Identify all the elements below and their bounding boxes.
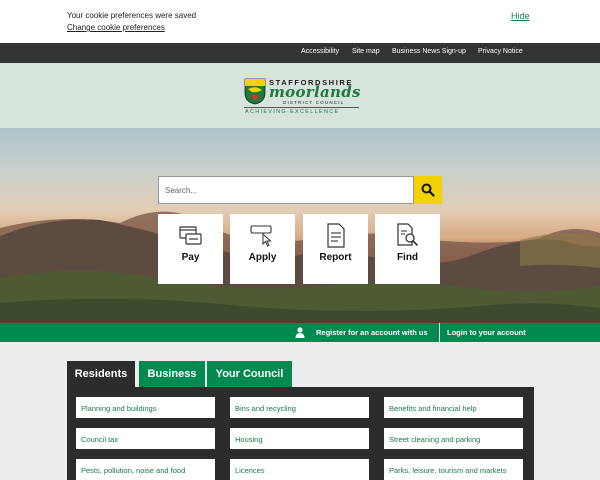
search-input[interactable]: Search... <box>158 176 414 204</box>
user-icon <box>295 327 305 338</box>
change-cookie-preferences-link[interactable]: Change cookie preferences <box>67 23 165 32</box>
council-logo[interactable]: STAFFORDSHIRE moorlands DISTRICT COUNCIL… <box>244 77 360 115</box>
tab-business[interactable]: Business <box>139 361 205 387</box>
account-bar: Register for an account with us Login to… <box>0 323 600 342</box>
tile-pay[interactable]: Pay <box>158 214 223 284</box>
logo-line-moorlands: moorlands <box>269 83 361 101</box>
tab-your-council[interactable]: Your Council <box>207 361 292 387</box>
hero-banner <box>0 128 600 323</box>
link-licences[interactable]: Licences <box>230 459 369 480</box>
top-navigation: Accessibility Site map Business News Sig… <box>0 43 600 63</box>
link-pests-pollution-noise-food[interactable]: Pests, pollution, noise and food <box>76 459 215 480</box>
cookie-message: Your cookie preferences were saved <box>67 11 197 20</box>
logo-line-district-council: DISTRICT COUNCIL <box>283 100 345 105</box>
find-icon <box>397 223 418 246</box>
link-street-cleaning-and-parking[interactable]: Street cleaning and parking <box>384 428 523 449</box>
apply-icon <box>250 225 272 247</box>
tile-find[interactable]: Find <box>375 214 440 284</box>
link-housing[interactable]: Housing <box>230 428 369 449</box>
tile-report-label: Report <box>319 252 352 263</box>
council-crest-icon <box>244 78 266 105</box>
cookie-banner: Your cookie preferences were saved Chang… <box>0 0 600 43</box>
login-account-link[interactable]: Login to your account <box>447 328 526 337</box>
pay-icon <box>179 226 202 245</box>
landscape-illustration <box>0 211 600 323</box>
nav-business-news-signup[interactable]: Business News Sign-up <box>392 48 466 55</box>
nav-privacy-notice[interactable]: Privacy Notice <box>478 48 523 55</box>
search-button[interactable] <box>414 176 442 204</box>
search-icon <box>421 183 435 197</box>
tile-apply[interactable]: Apply <box>230 214 295 284</box>
nav-site-map[interactable]: Site map <box>352 48 380 55</box>
tile-find-label: Find <box>396 252 419 263</box>
hide-cookie-banner-link[interactable]: Hide <box>511 11 530 21</box>
link-benefits-and-financial-help[interactable]: Benefits and financial help <box>384 397 523 418</box>
tab-residents[interactable]: Residents <box>67 361 135 387</box>
header-logo-band: STAFFORDSHIRE moorlands DISTRICT COUNCIL… <box>0 63 600 128</box>
account-divider <box>439 323 440 342</box>
nav-accessibility[interactable]: Accessibility <box>301 48 339 55</box>
link-parks-leisure-tourism-markets[interactable]: Parks, leisure, tourism and markets <box>384 459 523 480</box>
link-planning-and-buildings[interactable]: Planning and buildings <box>76 397 215 418</box>
tile-apply-label: Apply <box>248 252 277 263</box>
report-icon <box>327 223 345 248</box>
link-council-tax[interactable]: Council tax <box>76 428 215 449</box>
link-bins-and-recycling[interactable]: Bins and recycling <box>230 397 369 418</box>
logo-tagline: ACHIEVING·EXCELLENCE <box>245 109 340 115</box>
tile-report[interactable]: Report <box>303 214 368 284</box>
logo-divider <box>244 107 359 108</box>
register-account-link[interactable]: Register for an account with us <box>316 328 428 337</box>
tile-pay-label: Pay <box>181 252 200 263</box>
